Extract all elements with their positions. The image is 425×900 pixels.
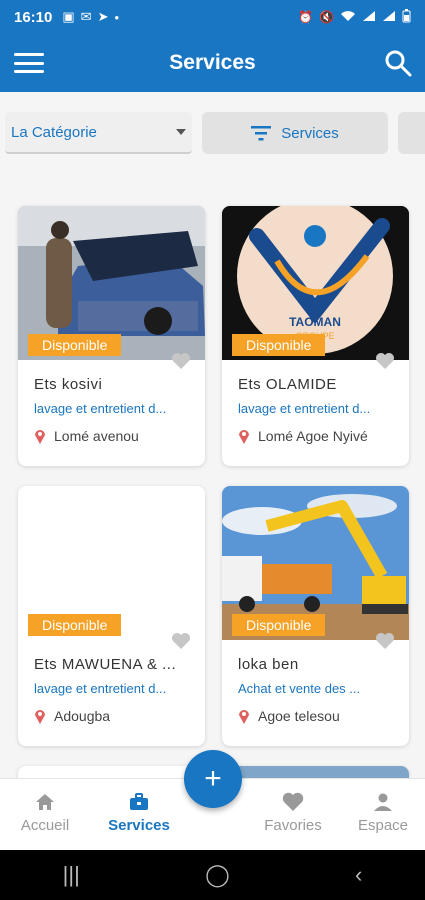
- dropdown-arrow-icon: [176, 129, 186, 135]
- nav-accueil[interactable]: Accueil: [5, 791, 85, 834]
- favorite-heart-icon[interactable]: [171, 632, 191, 650]
- category-select-label: La Catégorie: [11, 123, 97, 141]
- gallery-icon: ▣: [62, 9, 75, 24]
- card-category: lavage et entretient d...: [34, 681, 167, 696]
- card-location-text: Lomé avenou: [54, 428, 139, 444]
- nav-label: Services: [108, 817, 170, 834]
- heart-icon: [282, 792, 304, 811]
- card-location-text: Agoe telesou: [258, 708, 340, 724]
- service-card[interactable]: TAOMAN GROUPE Disponible Ets OLAMIDE lav…: [222, 206, 409, 466]
- home-system-icon[interactable]: ◯: [205, 862, 230, 888]
- nav-favories[interactable]: Favories: [253, 791, 333, 834]
- signal-icon: [362, 10, 376, 25]
- battery-icon: [402, 8, 411, 26]
- card-title: Ets OLAMIDE: [238, 376, 337, 393]
- favorite-heart-icon[interactable]: [375, 632, 395, 650]
- card-title: Ets kosivi: [34, 376, 103, 393]
- app-bar: Services: [0, 34, 425, 92]
- category-select[interactable]: La Catégorie: [5, 112, 192, 154]
- menu-icon[interactable]: [14, 50, 44, 76]
- services-filter-button[interactable]: Services: [202, 112, 388, 154]
- search-icon[interactable]: [383, 48, 413, 78]
- extra-filter-chip[interactable]: [398, 112, 425, 154]
- logo-text: TAOMAN: [289, 315, 341, 329]
- telegram-icon: ➤: [97, 9, 109, 24]
- availability-badge: Disponible: [28, 614, 122, 636]
- nav-label: Favories: [264, 817, 322, 834]
- favorite-heart-icon[interactable]: [171, 352, 191, 370]
- card-location: Lomé Agoe Nyivé: [238, 428, 368, 444]
- card-category: lavage et entretient d...: [34, 401, 167, 416]
- back-icon[interactable]: ‹: [355, 862, 362, 888]
- dot-icon: •: [114, 9, 120, 25]
- location-pin-icon: [35, 430, 45, 444]
- mute-icon: 🔇: [319, 10, 334, 24]
- nav-label: Espace: [357, 817, 409, 834]
- system-nav-bar: ||| ◯ ‹: [0, 850, 425, 900]
- signal-icon-2: [382, 10, 396, 25]
- availability-badge: Disponible: [28, 334, 122, 356]
- filter-icon: [251, 126, 272, 141]
- recents-icon[interactable]: |||: [63, 862, 80, 888]
- home-icon: [36, 794, 54, 810]
- wifi-icon: [340, 10, 356, 25]
- availability-badge: Disponible: [232, 334, 326, 356]
- page-title: Services: [169, 51, 256, 74]
- service-card[interactable]: Disponible Ets kosivi lavage et entretie…: [18, 206, 205, 466]
- favorite-heart-icon[interactable]: [375, 352, 395, 370]
- mail-icon: ✉: [80, 9, 92, 24]
- location-pin-icon: [239, 710, 249, 724]
- alarm-icon: ⏰: [298, 10, 314, 24]
- location-pin-icon: [239, 430, 249, 444]
- card-location-text: Lomé Agoe Nyivé: [258, 428, 368, 444]
- service-card[interactable]: Disponible Ets MAWUENA & ... lavage et e…: [18, 486, 205, 746]
- add-fab-button[interactable]: +: [184, 750, 242, 808]
- card-location: Lomé avenou: [34, 428, 139, 444]
- nav-espace[interactable]: Espace: [343, 791, 423, 834]
- nav-label: Accueil: [20, 817, 70, 834]
- status-bar: 16:10 ▣ ✉ ➤ • ⏰ 🔇: [0, 0, 425, 34]
- card-location: Agoe telesou: [238, 708, 340, 724]
- person-icon: [374, 793, 392, 811]
- card-category: Achat et vente des ...: [238, 681, 361, 696]
- filter-row: La Catégorie Services: [5, 112, 425, 156]
- card-location-text: Adougba: [54, 708, 111, 724]
- services-filter-label: Services: [281, 124, 339, 142]
- card-title: loka ben: [238, 656, 299, 673]
- availability-badge: Disponible: [232, 614, 326, 636]
- service-card[interactable]: Disponible loka ben Achat et vente des .…: [222, 486, 409, 746]
- location-pin-icon: [35, 710, 45, 724]
- nav-services[interactable]: Services: [99, 791, 179, 834]
- card-location: Adougba: [34, 708, 110, 724]
- status-time: 16:10: [14, 8, 53, 26]
- briefcase-icon: [130, 793, 148, 810]
- card-category: lavage et entretient d...: [238, 401, 371, 416]
- card-title: Ets MAWUENA & ...: [34, 656, 177, 673]
